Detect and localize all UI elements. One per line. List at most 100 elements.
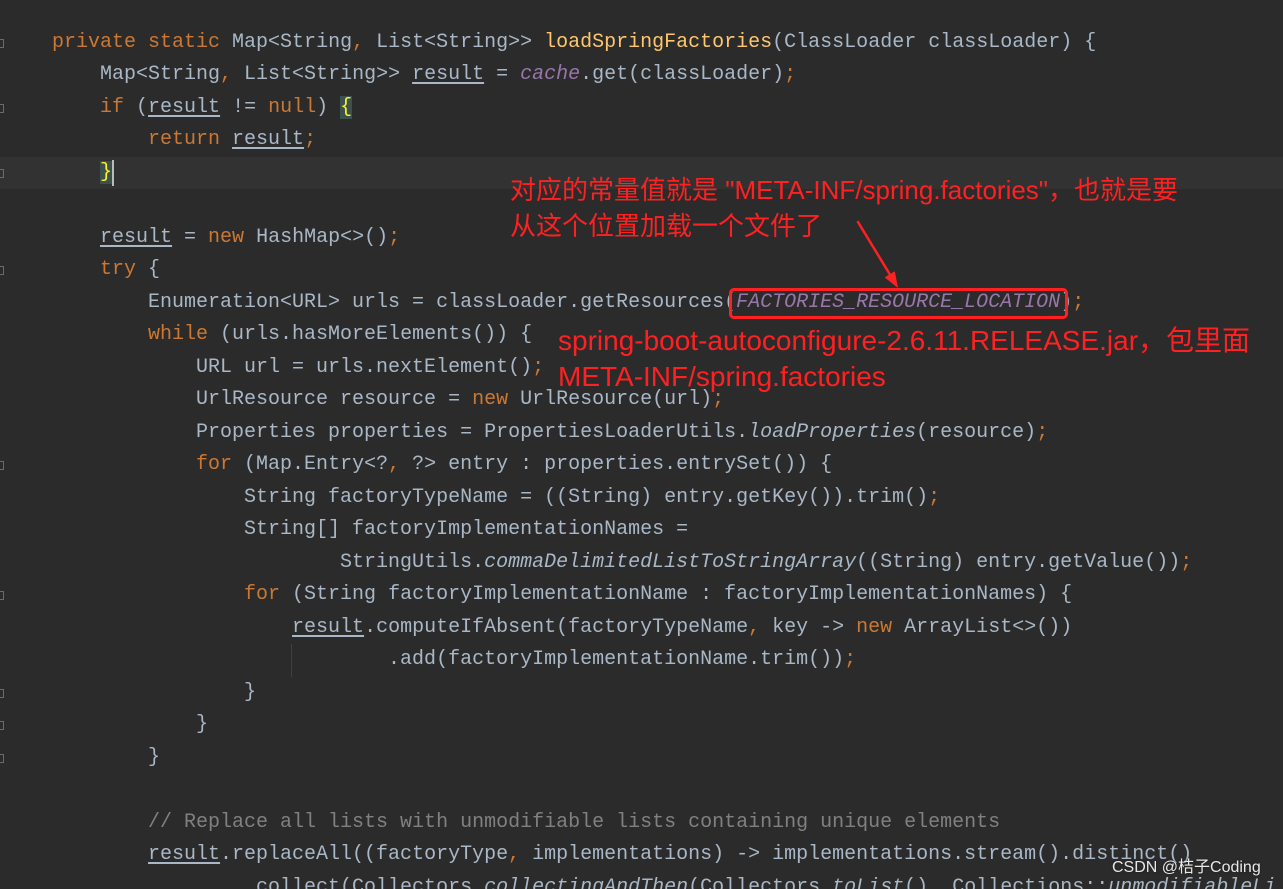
- fold-icon[interactable]: [0, 753, 4, 763]
- code-token: if: [100, 95, 125, 119]
- code-token: Map<String: [52, 63, 221, 87]
- code-token: (resource): [916, 420, 1037, 444]
- annotation-constant-note: 对应的常量值就是 "META-INF/spring.factories"，也就是…: [510, 172, 1178, 244]
- fold-icon[interactable]: [0, 103, 4, 113]
- code-token: {: [340, 95, 353, 119]
- code-line[interactable]: }: [52, 709, 1283, 742]
- code-token: ?> entry : properties.entrySet()) {: [400, 453, 833, 477]
- code-token: ): [316, 95, 341, 119]
- code-line[interactable]: String[] factoryImplementationNames =: [52, 514, 1283, 547]
- code-token: result: [412, 63, 485, 87]
- code-line[interactable]: // Replace all lists with unmodifiable l…: [52, 807, 1283, 840]
- fold-icon[interactable]: [0, 168, 4, 178]
- code-token: Enumeration<URL> urls = classLoader.getR…: [52, 290, 737, 314]
- code-line[interactable]: Map<String, List<String>> result = cache…: [52, 59, 1283, 92]
- code-line[interactable]: .add(factoryImplementationName.trim());: [52, 644, 1283, 677]
- fold-icon[interactable]: [0, 590, 4, 600]
- code-token: toList: [832, 875, 905, 889]
- code-line[interactable]: [52, 774, 1283, 807]
- code-token: =: [172, 225, 209, 249]
- code-token: .computeIfAbsent(factoryTypeName: [364, 615, 749, 639]
- fold-icon[interactable]: [0, 265, 4, 275]
- code-token: .collect(Collectors.: [52, 875, 485, 889]
- code-token: (): [904, 875, 929, 889]
- code-token: new: [856, 615, 893, 639]
- code-token: =: [484, 63, 521, 87]
- code-token: (ClassLoader classLoader) {: [772, 30, 1097, 54]
- code-token: collectingAndThen: [484, 875, 689, 889]
- code-token: (String factoryImplementationName : fact…: [280, 583, 1073, 607]
- code-token: ,: [508, 843, 521, 867]
- code-token: }: [52, 680, 257, 704]
- code-token: ;: [1036, 420, 1049, 444]
- code-token: Map<String: [220, 30, 353, 54]
- code-token: ((String) entry.getValue()): [856, 550, 1181, 574]
- code-token: String[] factoryImplementationNames =: [52, 518, 689, 542]
- annotation-line: META-INF/spring.factories: [558, 361, 886, 392]
- code-token: loadSpringFactories: [544, 30, 773, 54]
- fold-icon[interactable]: [0, 720, 4, 730]
- code-line[interactable]: return result;: [52, 124, 1283, 157]
- code-token: ;: [784, 63, 797, 87]
- code-token: .add(factoryImplementationName.trim()): [52, 648, 845, 672]
- code-token: ;: [388, 225, 401, 249]
- code-line[interactable]: }: [52, 677, 1283, 710]
- annotation-line: spring-boot-autoconfigure-2.6.11.RELEASE…: [558, 325, 1251, 356]
- code-token: HashMap<>(): [244, 225, 389, 249]
- code-token: String factoryTypeName = ((String) entry…: [52, 485, 929, 509]
- code-line[interactable]: for (String factoryImplementationName : …: [52, 579, 1283, 612]
- code-token: ,: [748, 615, 761, 639]
- code-token: static: [148, 30, 221, 54]
- code-token: ,: [220, 63, 233, 87]
- code-line[interactable]: result.computeIfAbsent(factoryTypeName, …: [52, 612, 1283, 645]
- code-token: List<String>>: [232, 63, 413, 87]
- code-editor[interactable]: private static Map<String, List<String>>…: [0, 0, 1283, 889]
- code-token: key ->: [760, 615, 857, 639]
- code-token: (: [124, 95, 149, 119]
- code-token: private: [52, 30, 137, 54]
- code-token: .replaceAll((factoryType: [220, 843, 509, 867]
- code-token: Properties properties = PropertiesLoader…: [52, 420, 749, 444]
- code-token: {: [136, 258, 161, 282]
- fold-icon[interactable]: [0, 38, 4, 48]
- code-token: try: [100, 258, 137, 282]
- code-token: result: [148, 843, 221, 867]
- code-token: result: [100, 225, 173, 249]
- code-token: result: [148, 95, 221, 119]
- fold-icon[interactable]: [0, 460, 4, 470]
- code-line[interactable]: private static Map<String, List<String>>…: [52, 27, 1283, 60]
- code-line[interactable]: for (Map.Entry<?, ?> entry : properties.…: [52, 449, 1283, 482]
- code-line[interactable]: Enumeration<URL> urls = classLoader.getR…: [52, 287, 1283, 320]
- code-line[interactable]: String factoryTypeName = ((String) entry…: [52, 482, 1283, 515]
- code-token: ;: [1072, 290, 1085, 314]
- code-token: cache: [520, 63, 581, 87]
- code-token: // Replace all lists with unmodifiable l…: [148, 810, 1001, 834]
- annotation-line: 对应的常量值就是 "META-INF/spring.factories"，也就是…: [510, 175, 1179, 205]
- code-line[interactable]: }: [52, 742, 1283, 775]
- fold-icon[interactable]: [0, 688, 4, 698]
- code-token: loadProperties: [748, 420, 917, 444]
- code-token: !=: [220, 95, 269, 119]
- code-token: (Map.Entry<?: [232, 453, 389, 477]
- code-line[interactable]: Properties properties = PropertiesLoader…: [52, 417, 1283, 450]
- code-token: ;: [304, 128, 317, 152]
- code-line[interactable]: try {: [52, 254, 1283, 287]
- code-token: }: [100, 160, 113, 184]
- code-token: result: [232, 128, 305, 152]
- code-token: for: [196, 453, 233, 477]
- watermark: CSDN @桔子Coding: [1112, 859, 1261, 876]
- code-token: ;: [532, 355, 545, 379]
- code-line[interactable]: result.replaceAll((factoryType, implemen…: [52, 839, 1283, 872]
- code-line[interactable]: if (result != null) {: [52, 92, 1283, 125]
- code-line[interactable]: .collect(Collectors.collectingAndThen(Co…: [52, 872, 1283, 889]
- code-area[interactable]: private static Map<String, List<String>>…: [52, 27, 1283, 889]
- code-token: while: [148, 323, 209, 347]
- code-token: for: [244, 583, 281, 607]
- code-line[interactable]: StringUtils.commaDelimitedListToStringAr…: [52, 547, 1283, 580]
